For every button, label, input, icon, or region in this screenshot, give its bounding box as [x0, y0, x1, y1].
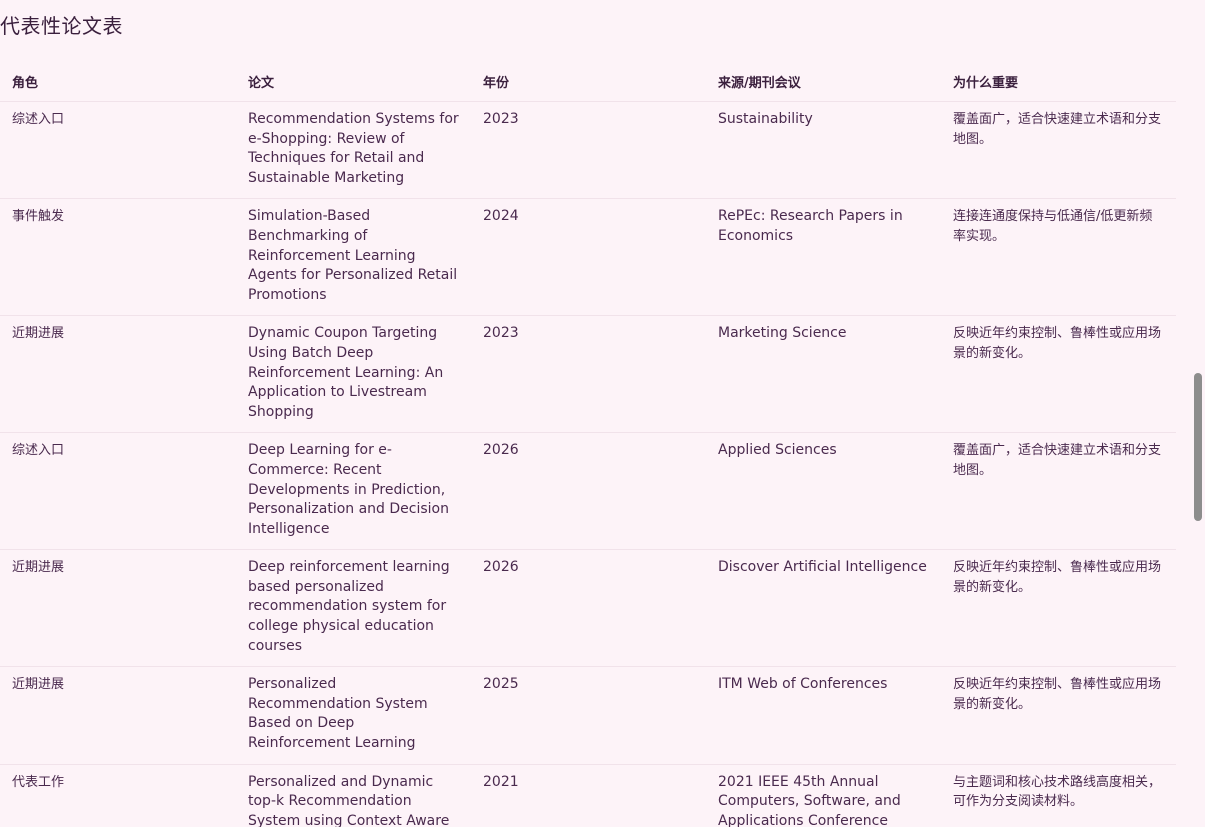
table-row: 代表工作 Personalized and Dynamic top-k Reco…	[0, 764, 1176, 827]
column-header-role: 角色	[0, 62, 236, 102]
column-header-venue: 来源/期刊会议	[706, 62, 941, 102]
scrollbar-thumb[interactable]	[1194, 373, 1202, 521]
table-header: 角色 论文 年份 来源/期刊会议 为什么重要	[0, 62, 1176, 102]
cell-year: 2024	[471, 198, 706, 317]
table-body: 综述入口 Recommendation Systems for e-Shoppi…	[0, 101, 1176, 827]
cell-venue: RePEc: Research Papers in Economics	[706, 198, 941, 317]
cell-why: 反映近年约束控制、鲁棒性或应用场景的新变化。	[941, 666, 1176, 765]
table-row: 近期进展 Personalized Recommendation System …	[0, 666, 1176, 765]
cell-paper: Recommendation Systems for e-Shopping: R…	[236, 101, 471, 200]
cell-paper: Personalized and Dynamic top-k Recommend…	[236, 764, 471, 827]
cell-why: 与主题词和核心技术路线高度相关，可作为分支阅读材料。	[941, 764, 1176, 827]
cell-role: 综述入口	[0, 432, 236, 551]
cell-venue: ITM Web of Conferences	[706, 666, 941, 765]
cell-paper: Personalized Recommendation System Based…	[236, 666, 471, 765]
cell-why: 覆盖面广，适合快速建立术语和分支地图。	[941, 101, 1176, 200]
cell-why: 反映近年约束控制、鲁棒性或应用场景的新变化。	[941, 549, 1176, 668]
column-header-paper: 论文	[236, 62, 471, 102]
cell-role: 近期进展	[0, 666, 236, 765]
cell-venue: Marketing Science	[706, 315, 941, 434]
cell-role: 综述入口	[0, 101, 236, 200]
cell-role: 近期进展	[0, 549, 236, 668]
cell-paper: Dynamic Coupon Targeting Using Batch Dee…	[236, 315, 471, 434]
cell-paper: Simulation-Based Benchmarking of Reinfor…	[236, 198, 471, 317]
cell-year: 2023	[471, 101, 706, 200]
table-row: 综述入口 Recommendation Systems for e-Shoppi…	[0, 101, 1176, 200]
cell-venue: Sustainability	[706, 101, 941, 200]
cell-year: 2025	[471, 666, 706, 765]
cell-role: 近期进展	[0, 315, 236, 434]
cell-paper: Deep reinforcement learning based person…	[236, 549, 471, 668]
column-header-why: 为什么重要	[941, 62, 1176, 102]
cell-year: 2021	[471, 764, 706, 827]
vertical-scrollbar[interactable]	[1191, 0, 1205, 827]
cell-why: 反映近年约束控制、鲁棒性或应用场景的新变化。	[941, 315, 1176, 434]
cell-year: 2026	[471, 549, 706, 668]
cell-paper: Deep Learning for e-Commerce: Recent Dev…	[236, 432, 471, 551]
cell-year: 2026	[471, 432, 706, 551]
cell-venue: 2021 IEEE 45th Annual Computers, Softwar…	[706, 764, 941, 827]
cell-why: 连接连通度保持与低通信/低更新频率实现。	[941, 198, 1176, 317]
table-row: 近期进展 Dynamic Coupon Targeting Using Batc…	[0, 315, 1176, 434]
papers-table: 角色 论文 年份 来源/期刊会议 为什么重要 综述入口 Recommendati…	[0, 62, 1176, 827]
table-header-row: 角色 论文 年份 来源/期刊会议 为什么重要	[0, 62, 1176, 102]
cell-venue: Applied Sciences	[706, 432, 941, 551]
table-row: 事件触发 Simulation-Based Benchmarking of Re…	[0, 198, 1176, 317]
column-header-year: 年份	[471, 62, 706, 102]
cell-role: 事件触发	[0, 198, 236, 317]
cell-year: 2023	[471, 315, 706, 434]
cell-venue: Discover Artificial Intelligence	[706, 549, 941, 668]
table-row: 近期进展 Deep reinforcement learning based p…	[0, 549, 1176, 668]
cell-why: 覆盖面广，适合快速建立术语和分支地图。	[941, 432, 1176, 551]
table-row: 综述入口 Deep Learning for e-Commerce: Recen…	[0, 432, 1176, 551]
cell-role: 代表工作	[0, 764, 236, 827]
section-title: 代表性论文表	[0, 14, 123, 38]
page: 代表性论文表 角色 论文 年份 来源/期刊会议 为什么重要 综述入口 Recom…	[0, 0, 1205, 827]
